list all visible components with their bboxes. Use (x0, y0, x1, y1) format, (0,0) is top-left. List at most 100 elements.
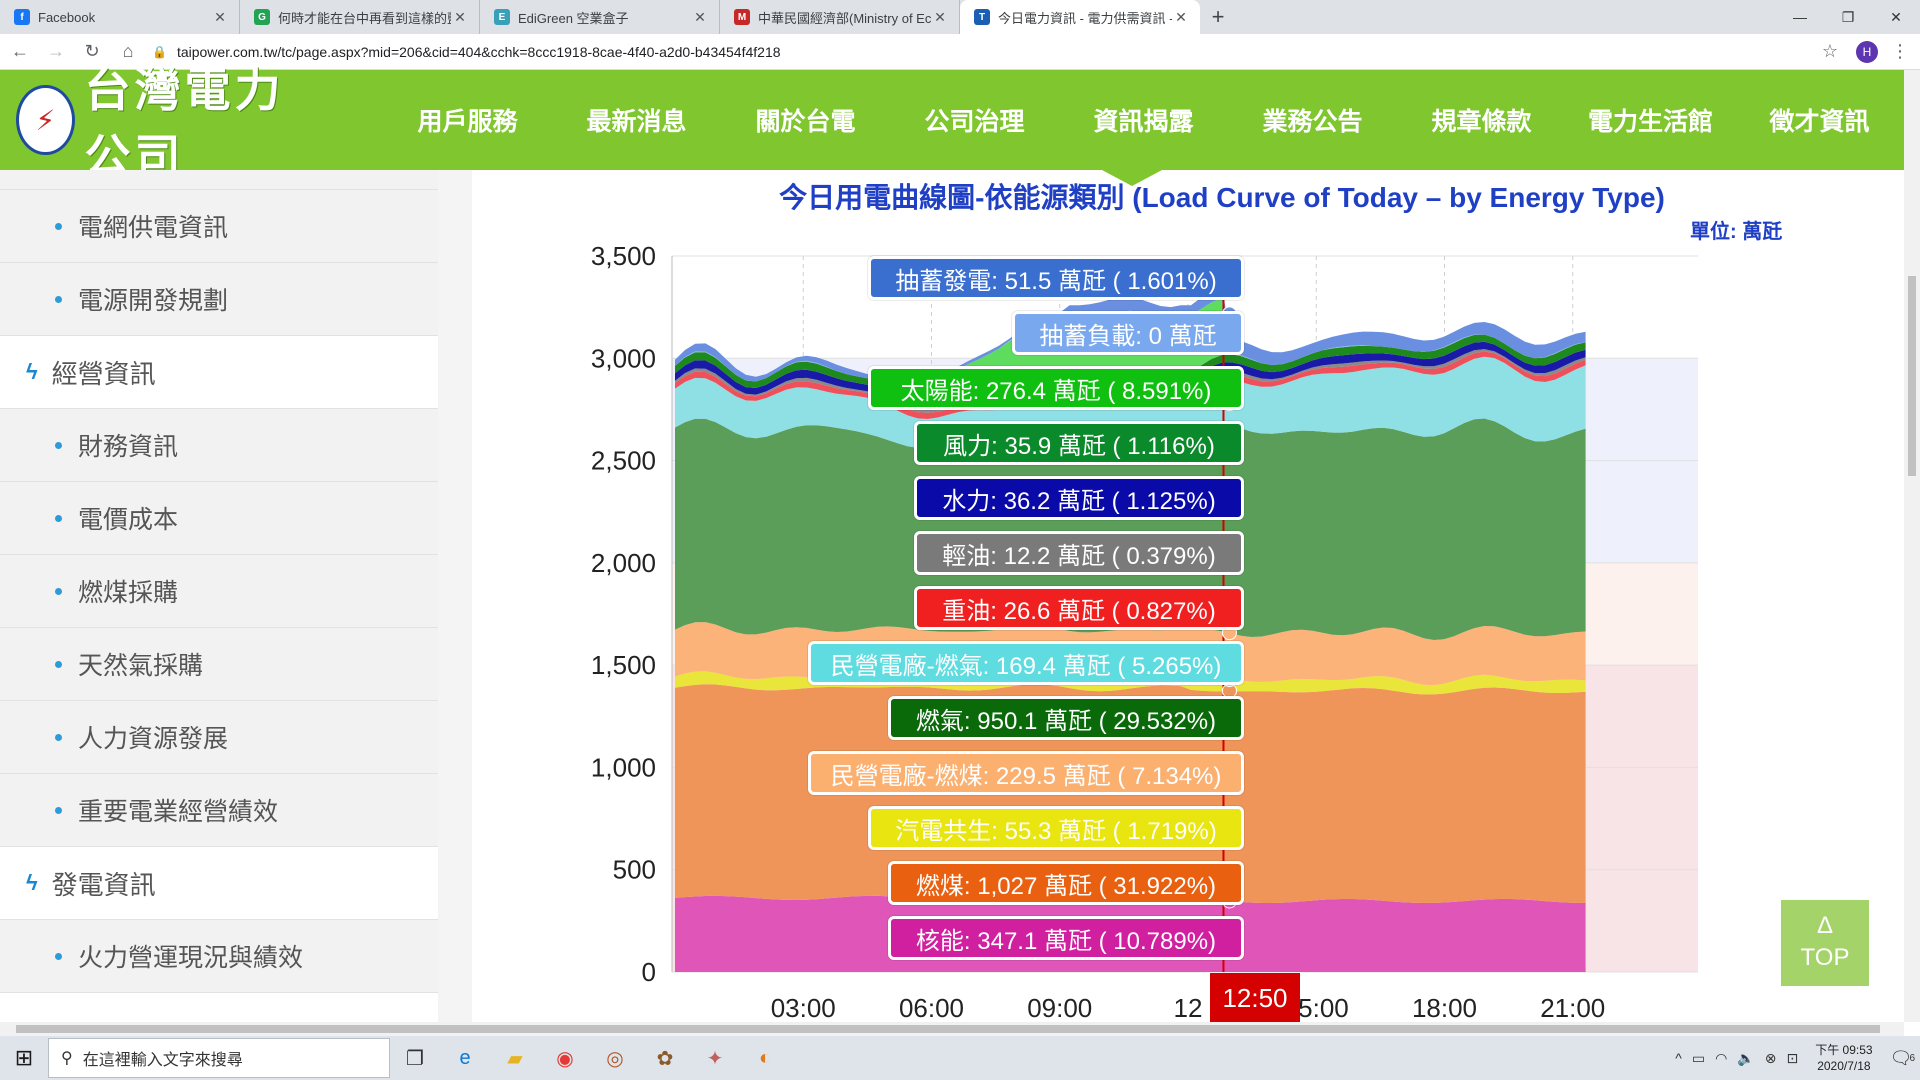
tab-title: Facebook (38, 9, 96, 25)
bullet-dot-icon (55, 806, 62, 814)
tab-favicon-icon: G (254, 9, 270, 25)
sidebar-item-label: 天然氣採購 (78, 652, 204, 680)
chrome-icon[interactable]: ◉ (540, 1036, 590, 1080)
sidebar-item[interactable]: 天然氣採購 (0, 628, 438, 701)
bullet-dot-icon (55, 733, 62, 741)
series-tooltip: 民營電廠-燃煤: 229.5 萬瓩 ( 7.134%) (808, 751, 1244, 795)
minimize-button[interactable]: — (1776, 0, 1824, 34)
taipower-logo-icon[interactable]: ⚡ (16, 85, 75, 155)
edge-icon[interactable]: e (440, 1036, 490, 1080)
notification-count: 6 (1909, 1052, 1915, 1064)
top-label: TOP (1800, 944, 1850, 971)
series-tooltip: 太陽能: 276.4 萬瓩 ( 8.591%) (868, 366, 1244, 410)
back-to-top-button[interactable]: Δ TOP (1781, 900, 1869, 986)
sidebar-item-label: 人力資源發展 (78, 725, 229, 753)
bullet-dot-icon (55, 222, 62, 230)
app-icon-1[interactable]: ◎ (590, 1036, 640, 1080)
forward-icon[interactable]: → (40, 36, 72, 68)
url-field[interactable]: 🔒 taipower.com.tw/tc/page.aspx?mid=206&c… (152, 38, 1814, 66)
sidebar-item[interactable]: 人力資源發展 (0, 701, 438, 774)
horizontal-scrollbar[interactable] (0, 1022, 1904, 1036)
close-tab-icon[interactable]: ✕ (1172, 9, 1190, 26)
series-tooltip: 輕油: 12.2 萬瓩 ( 0.379%) (914, 531, 1244, 575)
file-explorer-icon[interactable]: ▰ (490, 1036, 540, 1080)
series-tooltip: 水力: 36.2 萬瓩 ( 1.125%) (914, 476, 1244, 520)
input-mode-icon[interactable]: ⊡ (1786, 1050, 1798, 1067)
nav-item[interactable]: 徵才資訊 (1735, 102, 1904, 138)
browser-tab[interactable]: E EdiGreen 空業盒子 ✕ (480, 0, 720, 34)
sidebar-item[interactable]: 電源開發規劃 (0, 263, 438, 336)
profile-avatar[interactable]: H (1856, 40, 1878, 63)
sidebar-item-label: 電價成本 (78, 506, 179, 534)
series-tooltip: 風力: 35.9 萬瓩 ( 1.116%) (914, 421, 1244, 465)
sidebar-item[interactable]: 財務資訊 (0, 409, 438, 482)
series-tooltip: 抽蓄負載: 0 萬瓩 (1012, 311, 1244, 355)
battery-icon[interactable]: ▭ (1692, 1050, 1705, 1067)
tab-favicon-icon: f (14, 9, 30, 25)
app-icon-3[interactable]: ✦ (690, 1036, 740, 1080)
sidebar-item[interactable]: 電價成本 (0, 482, 438, 555)
site-logo-text[interactable]: 台灣電力公司 (85, 54, 331, 186)
sidebar-item-label: 發電資訊 (51, 869, 156, 900)
sidebar: 電網供電資訊 電源開發規劃 ϟ 經營資訊 財務資訊電價成本燃煤採購天然氣採購人力資源發展… (0, 170, 472, 1022)
browser-tab[interactable]: f Facebook ✕ (0, 0, 240, 34)
windows-start-icon[interactable]: ⊞ (0, 1036, 48, 1080)
y-tick-label: 1,000 (591, 752, 656, 782)
nav-item[interactable]: 電力生活館 (1566, 102, 1735, 138)
new-tab-button[interactable]: + (1200, 0, 1236, 34)
nav-item[interactable]: 最新消息 (552, 102, 721, 138)
x-tick-label: 09:00 (1027, 993, 1092, 1020)
network-icon[interactable]: ◠ (1715, 1050, 1727, 1067)
x-tick-label: 12 (1174, 993, 1203, 1020)
browser-tab[interactable]: G 何時才能在台中再看到這樣的藍天✕ (240, 0, 480, 34)
sidebar-item[interactable]: 燃煤採購 (0, 555, 438, 628)
series-tooltip: 重油: 26.6 萬瓩 ( 0.827%) (914, 586, 1244, 630)
sidebar-item-label: 重要電業經營績效 (78, 798, 279, 826)
close-tab-icon[interactable]: ✕ (451, 9, 469, 26)
sidebar-top-strip (0, 170, 438, 190)
nav-item[interactable]: 用戶服務 (383, 102, 552, 138)
tray-chevron-icon[interactable]: ^ (1675, 1050, 1682, 1066)
close-tab-icon[interactable]: ✕ (211, 9, 229, 26)
y-tick-label: 3,000 (591, 343, 656, 373)
nav-item[interactable]: 規章條款 (1397, 102, 1566, 138)
bullet-dot-icon (55, 952, 62, 960)
maximize-button[interactable]: ❐ (1824, 0, 1872, 34)
taskbar-search-input[interactable]: ⚲ 在這裡輸入文字來搜尋 (48, 1038, 390, 1078)
sidebar-item[interactable]: 電網供電資訊 (0, 190, 438, 263)
app-icon-4[interactable]: ◐ (740, 1036, 790, 1080)
y-tick-label: 3,500 (591, 241, 656, 271)
vertical-scroll-thumb[interactable] (1908, 276, 1916, 476)
bookmark-star-icon[interactable]: ☆ (1814, 41, 1846, 62)
sidebar-section-heading[interactable]: ϟ 發電資訊 (0, 847, 438, 920)
up-arrow-icon: Δ (1816, 912, 1834, 939)
series-tooltip: 民營電廠-燃氣: 169.4 萬瓩 ( 5.265%) (808, 641, 1244, 685)
app-icon-2[interactable]: ✿ (640, 1036, 690, 1080)
cursor-time-label: 12:50 (1210, 973, 1300, 1023)
ime-icon[interactable]: ⊗ (1765, 1050, 1777, 1067)
series-tooltip: 燃氣: 950.1 萬瓩 ( 29.532%) (888, 696, 1244, 740)
tab-title: 今日電力資訊 - 電力供需資訊 - 台 (998, 10, 1172, 26)
close-window-button[interactable]: ✕ (1872, 0, 1920, 34)
y-tick-label: 2,500 (591, 446, 656, 476)
y-tick-label: 500 (613, 855, 656, 885)
back-icon[interactable]: ← (4, 36, 36, 68)
vertical-scrollbar[interactable] (1904, 70, 1920, 1022)
sidebar-item[interactable]: 火力營運現況與績效 (0, 920, 438, 993)
sidebar-item-label: 燃煤採購 (78, 579, 179, 607)
browser-tab[interactable]: T 今日電力資訊 - 電力供需資訊 - 台 ✕ (960, 0, 1200, 34)
nav-item[interactable]: 關於台電 (721, 102, 890, 138)
task-view-icon[interactable]: ❐ (390, 1036, 440, 1080)
clock[interactable]: 下午 09:53 2020/7/18 (1815, 1042, 1872, 1074)
sidebar-section-heading[interactable]: ϟ 經營資訊 (0, 336, 438, 409)
nav-item[interactable]: 業務公告 (1228, 102, 1397, 138)
horizontal-scroll-thumb[interactable] (16, 1025, 1880, 1033)
browser-tab[interactable]: M 中華民國經濟部(Ministry of Econ ✕ (720, 0, 960, 34)
sidebar-item[interactable]: 重要電業經營績效 (0, 774, 438, 847)
browser-menu-icon[interactable]: ⋮ (1888, 41, 1912, 62)
nav-item[interactable]: 公司治理 (890, 102, 1059, 138)
close-tab-icon[interactable]: ✕ (931, 9, 949, 26)
nav-item[interactable]: 資訊揭露 (1059, 102, 1228, 138)
volume-icon[interactable]: 🔈 (1737, 1050, 1754, 1067)
close-tab-icon[interactable]: ✕ (691, 9, 709, 26)
